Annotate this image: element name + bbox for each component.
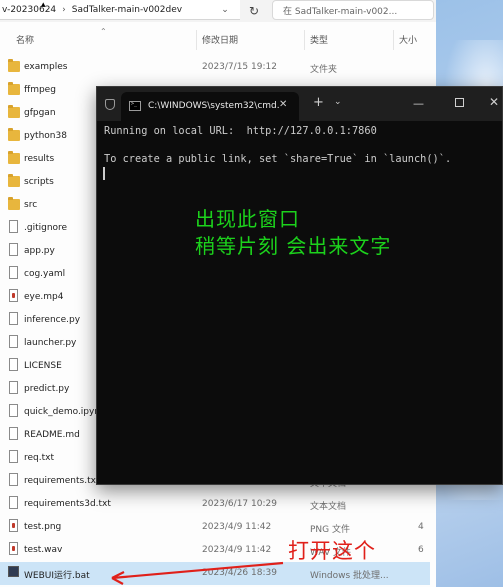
annotation-arrow-icon [111,561,284,585]
